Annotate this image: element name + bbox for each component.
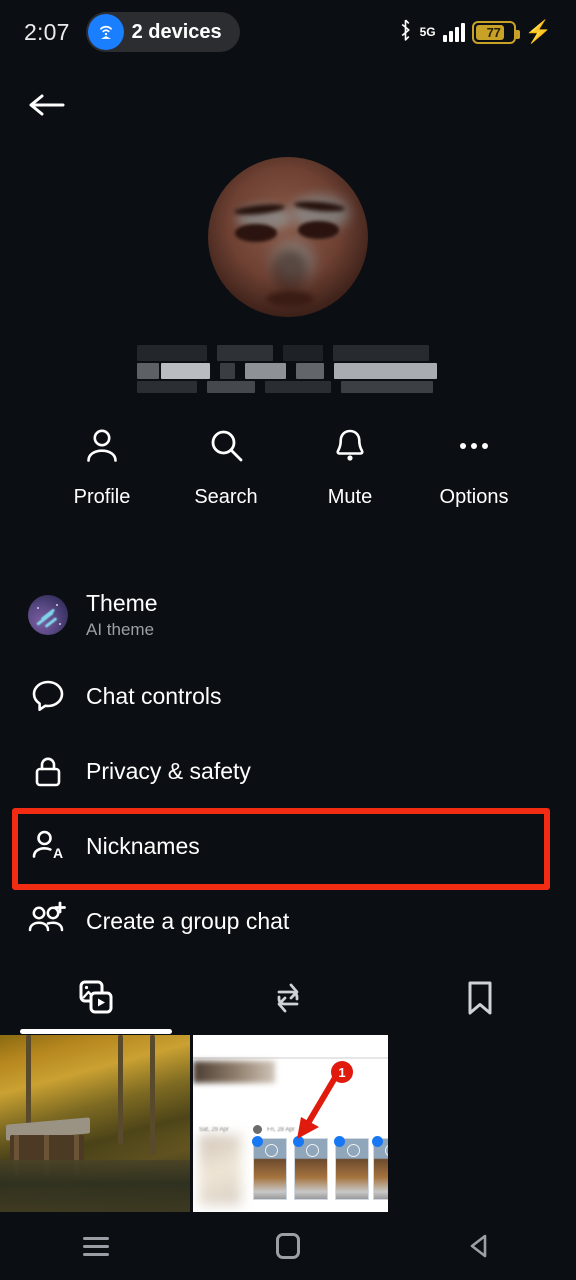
person-letter-a-icon: A [22, 825, 74, 867]
menu-item-create-group-chat-title: Create a group chat [86, 907, 290, 934]
tab-shared[interactable] [192, 962, 384, 1034]
action-mute-label: Mute [327, 486, 373, 508]
tab-media-underline [20, 1029, 172, 1034]
media-thumbnail-autumn[interactable] [0, 1035, 190, 1212]
battery-level: 77 [486, 24, 501, 40]
network-indicator: 5G [420, 26, 436, 38]
menu-item-theme[interactable]: Theme AI theme [0, 572, 576, 658]
battery-icon: 77 [471, 20, 520, 44]
menu-item-chat-controls[interactable]: Chat controls [0, 658, 576, 734]
person-add-icon [22, 900, 74, 942]
menu-item-theme-subtitle: AI theme [86, 620, 155, 639]
media-thumbnail-screenshot[interactable]: Sat, 29 Apr Fri, 28 Apr 1 [193, 1035, 388, 1212]
tab-media[interactable] [0, 962, 192, 1034]
action-options[interactable]: Options [419, 425, 529, 509]
action-search-label: Search [194, 486, 258, 508]
chat-bubble-icon [22, 676, 74, 716]
back-triangle-icon[interactable] [432, 1222, 528, 1270]
action-profile-label: Profile [73, 486, 131, 508]
action-profile[interactable]: Profile [47, 425, 157, 509]
action-mute[interactable]: Mute [295, 425, 405, 509]
charging-bolt-icon: ⚡ [524, 19, 552, 44]
lock-icon [22, 751, 74, 791]
action-search[interactable]: Search [171, 425, 281, 509]
status-icons: 5G 77 ⚡ [398, 19, 552, 46]
settings-menu: Theme AI theme Chat controls Privacy & s… [0, 572, 576, 958]
contact-name-redacted [137, 345, 437, 397]
person-icon [81, 425, 123, 472]
bluetooth-icon [398, 19, 413, 46]
menu-item-privacy-safety-title: Privacy & safety [86, 757, 251, 784]
menu-item-chat-controls-title: Chat controls [86, 682, 222, 709]
annotation-step-number: 1 [331, 1061, 353, 1083]
recents-menu-icon[interactable] [48, 1222, 144, 1270]
phone-screen: 2:07 2 devices 5G 77 ⚡ Profile Search Mu… [0, 0, 576, 1280]
wifi-hotspot-icon [87, 14, 124, 50]
home-square-icon[interactable] [240, 1222, 336, 1270]
android-navbar [0, 1212, 576, 1280]
search-icon [205, 425, 247, 472]
menu-item-privacy-safety[interactable]: Privacy & safety [0, 734, 576, 808]
hotspot-label: 2 devices [131, 20, 222, 43]
action-row: Profile Search Mute Options [0, 425, 576, 509]
menu-item-theme-title: Theme [86, 590, 158, 616]
hotspot-pill[interactable]: 2 devices [85, 12, 240, 52]
profile-avatar[interactable] [208, 157, 368, 317]
menu-item-nicknames-title: Nicknames [86, 832, 200, 859]
more-horizontal-icon [453, 425, 495, 472]
menu-item-create-group-chat[interactable]: Create a group chat [0, 884, 576, 958]
tab-saved[interactable] [384, 962, 576, 1034]
media-tabs [0, 962, 576, 1034]
svg-text:A: A [53, 845, 63, 861]
status-bar: 2:07 2 devices 5G 77 ⚡ [0, 0, 576, 64]
theme-orb-icon [22, 595, 74, 635]
signal-bars-icon [442, 22, 465, 42]
network-label: 5G [419, 25, 436, 39]
action-options-label: Options [439, 486, 509, 508]
menu-item-nicknames[interactable]: A Nicknames [0, 808, 576, 884]
status-clock: 2:07 [24, 18, 70, 45]
bell-icon [329, 425, 371, 472]
back-arrow-icon[interactable] [20, 82, 72, 128]
media-grid: Sat, 29 Apr Fri, 28 Apr 1 [0, 1035, 576, 1212]
